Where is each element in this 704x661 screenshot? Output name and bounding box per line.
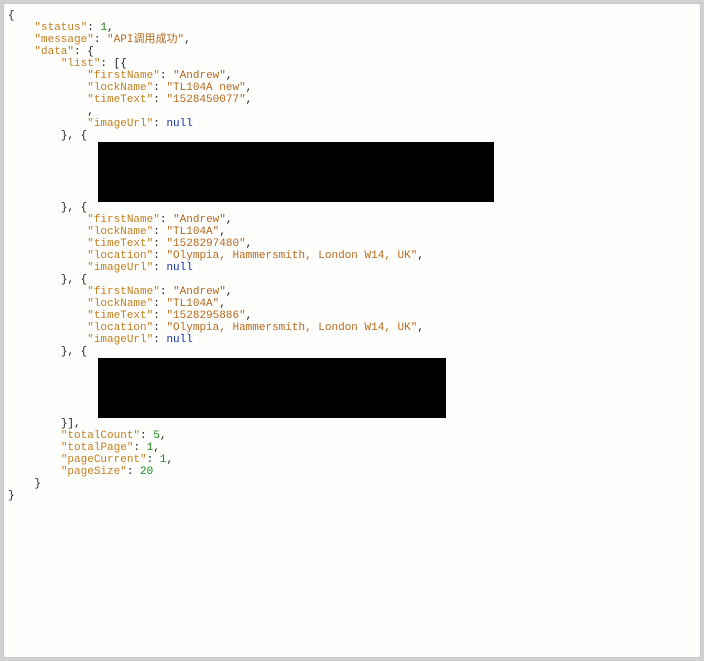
json-string: "1528295886": [166, 310, 245, 322]
json-output: }], "totalCount": 5, "totalPage": 1, "pa…: [8, 418, 696, 502]
json-key: "list": [61, 58, 101, 70]
json-string: "1528297480": [166, 238, 245, 250]
json-string: "API调用成功": [107, 34, 184, 46]
json-string: "Olympia, Hammersmith, London W14, UK": [166, 322, 417, 334]
json-viewer-panel: { "status": 1, "message": "API调用成功", "da…: [3, 3, 701, 658]
json-string: "Andrew": [173, 286, 226, 298]
json-output: }, { "firstName": "Andrew", "lockName": …: [8, 202, 696, 358]
json-key: "firstName": [87, 286, 160, 298]
json-key: "timeText": [87, 238, 153, 250]
json-key: "firstName": [87, 214, 160, 226]
redacted-block: [98, 358, 446, 418]
json-key: "imageUrl": [87, 334, 153, 346]
json-null: null: [166, 334, 192, 346]
json-key: "timeText": [87, 310, 153, 322]
json-key: "data": [34, 46, 74, 58]
json-key: "location": [87, 322, 153, 334]
json-key: "totalPage": [61, 442, 134, 454]
brace: {: [8, 10, 15, 22]
json-null: null: [166, 118, 192, 130]
json-string: "TL104A": [166, 226, 219, 238]
json-null: null: [166, 262, 192, 274]
json-key: "timeText": [87, 94, 153, 106]
json-key: "lockName": [87, 226, 153, 238]
json-string: "TL104A": [166, 298, 219, 310]
json-string: "Andrew": [173, 70, 226, 82]
json-number: 5: [153, 430, 160, 442]
json-number: 20: [140, 466, 153, 478]
json-key: "location": [87, 250, 153, 262]
json-string: "Andrew": [173, 214, 226, 226]
json-key: "lockName": [87, 82, 153, 94]
json-key: "firstName": [87, 70, 160, 82]
json-key: "imageUrl": [87, 262, 153, 274]
redacted-block: [98, 142, 494, 202]
json-key: "lockName": [87, 298, 153, 310]
json-string: "1528450077": [166, 94, 245, 106]
json-key: "totalCount": [61, 430, 140, 442]
json-key: "pageCurrent": [61, 454, 147, 466]
json-key: "message": [34, 34, 93, 46]
json-output: { "status": 1, "message": "API调用成功", "da…: [8, 10, 696, 142]
json-key: "imageUrl": [87, 118, 153, 130]
json-string: "TL104A new": [166, 82, 245, 94]
json-key: "status": [34, 22, 87, 34]
json-string: "Olympia, Hammersmith, London W14, UK": [166, 250, 417, 262]
json-key: "pageSize": [61, 466, 127, 478]
